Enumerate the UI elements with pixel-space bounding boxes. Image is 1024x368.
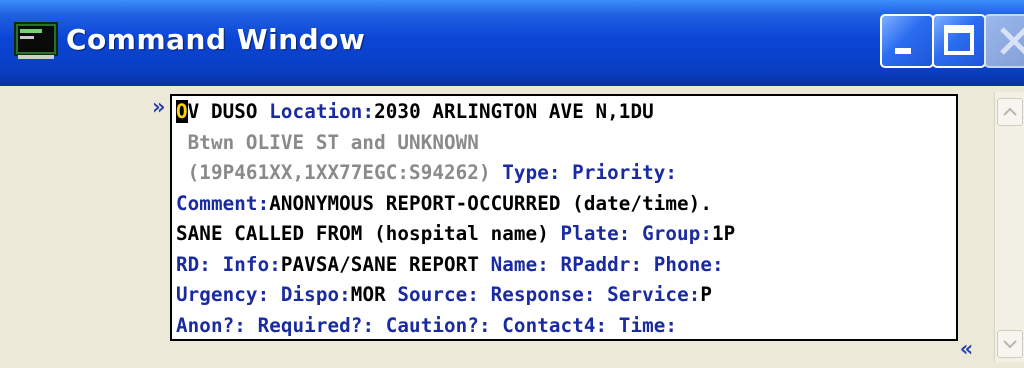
contact4-label: Contact4: [490,313,608,337]
close-icon [1000,27,1024,55]
command-console[interactable]: OV DUSO Location:2030 ARLINGTON AVE N,1D… [170,94,958,341]
service-value: P [700,283,713,306]
info-label: Info: [210,252,281,276]
close-button[interactable] [984,14,1024,68]
comment-label: Comment: [176,191,270,215]
anon-label: Anon?: [176,313,246,337]
end-marker: « [960,337,974,362]
start-marker: » [152,95,166,120]
location-value: 2030 ARLINGTON AVE N,1DU [374,100,654,123]
urgency-label: Urgency: [176,283,270,306]
console-line-8: Anon?: Required?: Caution?: Contact4: Ti… [176,311,735,342]
command-window-icon [14,22,58,60]
group-value: 1P [712,222,736,245]
console-text: OV DUSO Location:2030 ARLINGTON AVE N,1D… [176,97,735,341]
service-label: Service: [595,283,701,306]
dispo-value: MOR [350,283,398,306]
console-line-2: Btwn OLIVE ST and UNKNOWN [176,128,735,159]
console-line-1: OV DUSO Location:2030 ARLINGTON AVE N,1D… [176,97,735,128]
console-line-5: SANE CALLED FROM (hospital name) Plate: … [176,219,735,250]
name-label: Name: [490,252,549,276]
text-cursor: O [176,100,188,123]
required-label: Required?: [245,313,375,337]
cross-street-text: Btwn OLIVE ST and UNKNOWN [176,130,479,154]
response-label: Response: [478,283,596,306]
type-label: Type: [502,161,561,184]
minimize-icon [895,48,911,54]
rpaddr-label: RPaddr: [548,252,643,276]
title-bar[interactable]: Command Window [0,0,1024,86]
comment-value: ANONYMOUS REPORT-OCCURRED (date/time). [269,191,712,215]
time-label: Time: [607,313,678,337]
scroll-up-button[interactable] [997,98,1023,126]
location-label: Location: [269,100,375,123]
phone-label: Phone: [642,252,724,276]
window-title: Command Window [66,23,366,56]
caution-label: Caution?: [374,313,491,337]
console-line-3: (19P461XX,1XX77EGC:S94262) Type: Priorit… [176,158,735,189]
console-line-7: Urgency: Dispo:MOR Source: Response: Ser… [176,280,735,311]
plate-label: Plate: [560,222,631,245]
chevron-up-icon [1003,107,1017,116]
source-label: Source: [397,283,479,306]
comment-continuation: SANE CALLED FROM (hospital name) [176,222,561,245]
scroll-down-button[interactable] [997,330,1023,358]
console-line-6: RD: Info:PAVSA/SANE REPORT Name: RPaddr:… [176,250,735,281]
info-value: PAVSA/SANE REPORT [280,252,491,276]
group-label: Group: [630,222,713,245]
vertical-scrollbar[interactable] [994,92,1024,362]
command-code: V DUSO [187,100,270,123]
dispo-label: Dispo: [269,283,351,306]
command-window: Command Window » « OV DUSO Location:2030… [0,0,1024,368]
console-line-4: Comment:ANONYMOUS REPORT-OCCURRED (date/… [176,189,735,220]
geo-code-text: (19P461XX,1XX77EGC:S94262) [176,161,503,184]
priority-label: Priority: [560,161,678,184]
minimize-button[interactable] [880,14,934,68]
rd-label: RD: [176,252,211,276]
maximize-button[interactable] [932,14,986,68]
maximize-icon [944,25,974,55]
chevron-down-icon [1003,340,1017,349]
